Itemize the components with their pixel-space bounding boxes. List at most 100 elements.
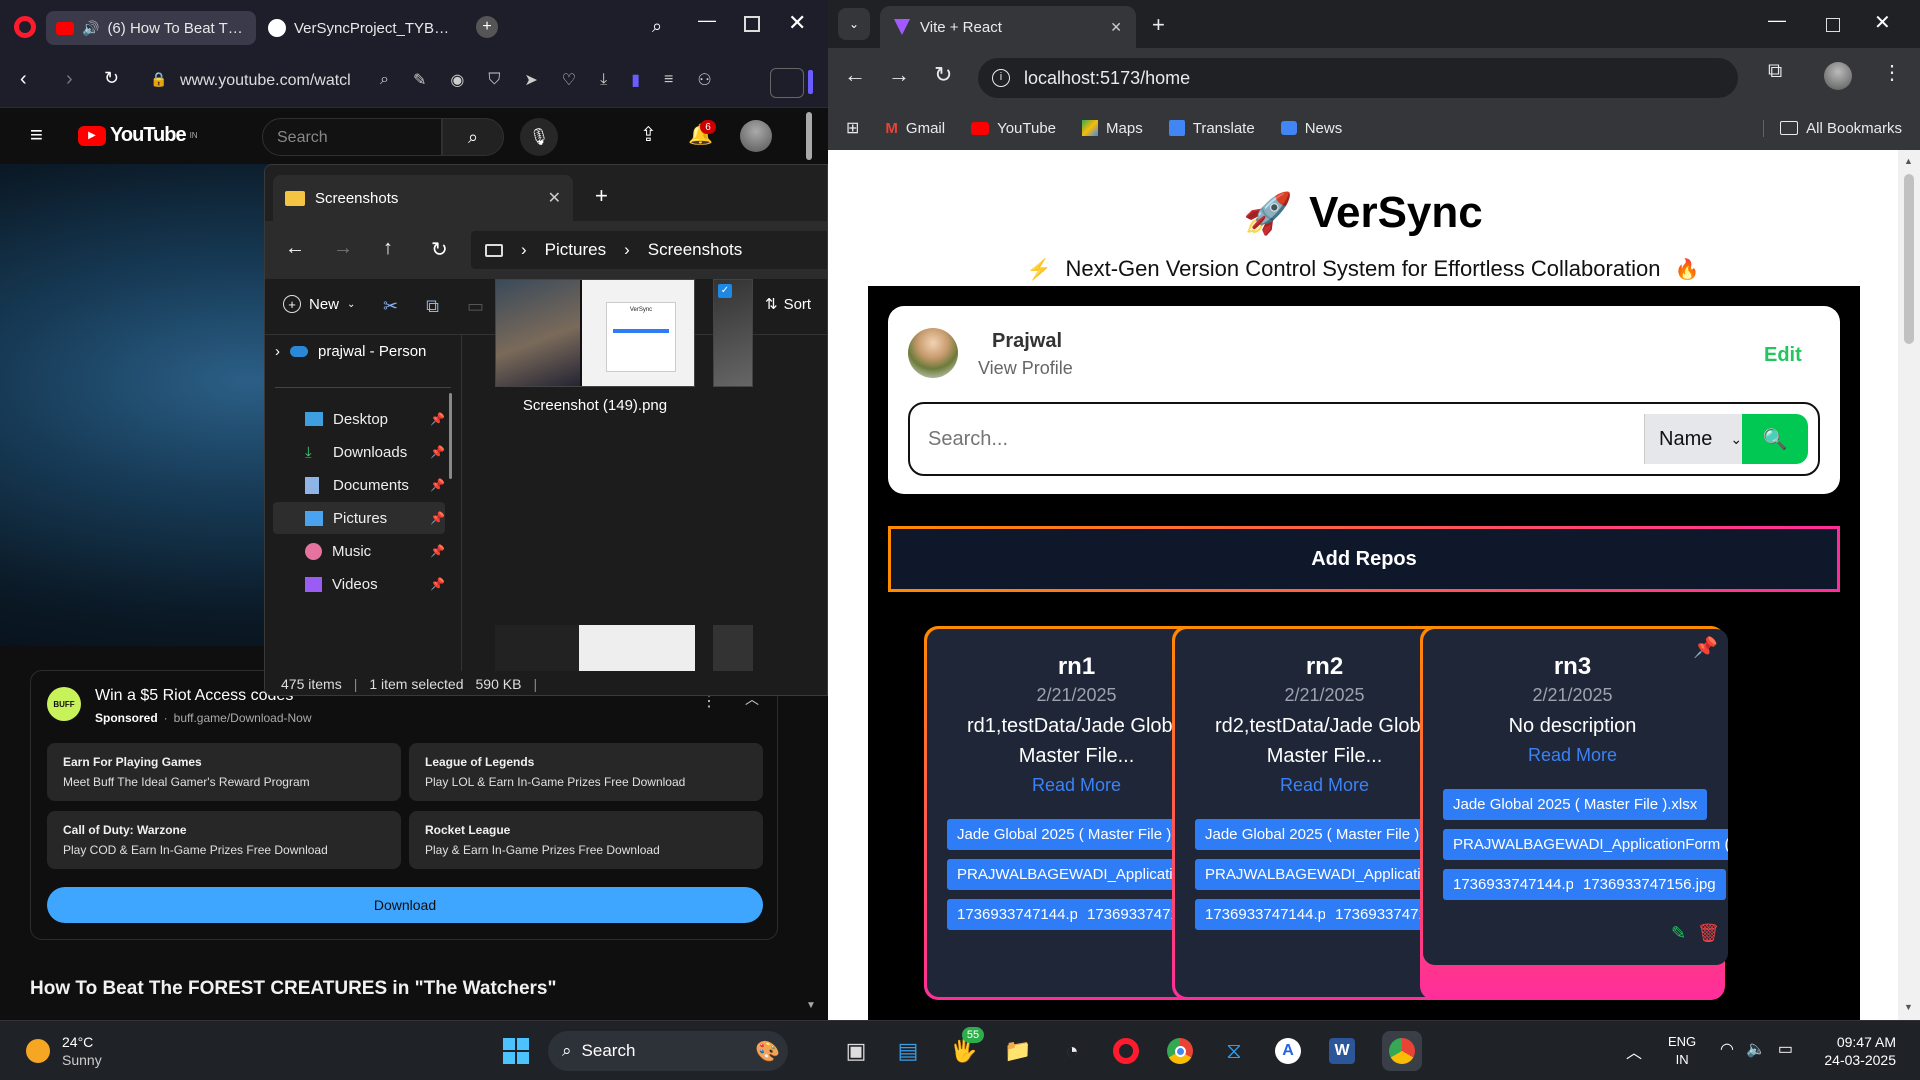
start-button[interactable] [496,1031,536,1071]
up-icon[interactable]: ↑ [383,237,393,260]
paste-icon[interactable]: ▭ [467,296,484,317]
language-indicator[interactable]: ENG IN [1668,1033,1696,1069]
avatar[interactable] [908,328,958,378]
cut-icon[interactable]: ✂ [383,296,398,317]
profile-avatar[interactable] [1824,62,1852,90]
file-thumbnail-row2[interactable] [495,625,695,671]
bookmark-gmail[interactable]: M Gmail [885,120,945,137]
filter-select[interactable]: Name ⌄ [1644,414,1742,464]
file-explorer-icon[interactable]: 📁 [998,1031,1038,1071]
file-name[interactable]: Screenshot (149).png [497,397,693,414]
back-icon[interactable]: ← [285,237,305,260]
page-scrollbar[interactable]: ▲ ▼ [1898,150,1920,1020]
reload-icon[interactable]: ↻ [934,62,952,88]
scroll-up-icon[interactable]: ▲ [1904,156,1913,166]
close-tab-icon[interactable]: ✕ [1110,19,1122,36]
edit-button[interactable]: Edit [1764,344,1802,367]
avatar[interactable] [740,120,772,152]
read-more-link[interactable]: Read More [1423,745,1722,766]
profile-icon[interactable]: ⚇ [697,70,711,90]
sidebar-item-videos[interactable]: Videos 📌 [273,568,445,600]
close-button[interactable]: ✕ [1874,10,1891,35]
download-icon[interactable]: ⤓ [600,71,607,89]
sidebar-item-onedrive[interactable]: › prajwal - Person [275,343,426,360]
tab-search-button[interactable]: ⌄ [838,8,870,40]
file-thumbnail-row2b[interactable] [713,625,753,671]
file-tag[interactable]: Jade Global 2025 ( Master File ).xlsx [1443,789,1708,820]
app-store-icon[interactable]: A [1268,1031,1308,1071]
ad-tile[interactable]: Call of Duty: Warzone Play COD & Earn In-… [47,811,401,869]
omnibox[interactable]: i localhost:5173/home [978,58,1738,98]
camera-icon[interactable]: ◉ [450,70,464,90]
taskbar-search[interactable]: ⌕ Search 🎨 [548,1031,788,1071]
new-button[interactable]: + New ⌄ [283,295,355,313]
cube-icon[interactable] [770,68,804,98]
pin-icon[interactable]: 📌 [430,412,445,426]
pin-icon[interactable]: 📌 [430,544,445,558]
sidebar-item-music[interactable]: Music 📌 [273,535,445,567]
youtube-logo[interactable]: ▶ YouTube IN [78,124,198,147]
task-view-icon[interactable]: ▣ [836,1031,876,1071]
sidebar-item-desktop[interactable]: Desktop 📌 [273,403,445,435]
ad-tile[interactable]: Earn For Playing Games Meet Buff The Idea… [47,743,401,801]
scrollbar-thumb[interactable] [1904,174,1914,344]
apps-icon[interactable]: ⊞ [846,118,859,138]
breadcrumb-screenshots[interactable]: Screenshots [648,240,743,260]
refresh-icon[interactable]: ↻ [431,237,448,262]
lens-icon[interactable]: ⌕ [380,71,389,89]
repo-card[interactable]: 📌 rn3 2/21/2025 No description Read More… [1423,629,1728,965]
mic-icon[interactable]: 🎙 [520,118,558,156]
bookmark-maps[interactable]: Maps [1082,120,1143,137]
back-icon[interactable]: ‹ [20,68,27,91]
sidebar-scrollbar[interactable] [449,393,452,479]
scrollbar-thumb[interactable] [806,112,812,160]
notepad-icon[interactable]: ▤ [888,1031,928,1071]
minimize-button[interactable]: — [1768,10,1786,31]
send-icon[interactable]: ➤ [524,70,537,90]
all-bookmarks[interactable]: All Bookmarks [1763,119,1902,137]
new-tab-button[interactable]: + [595,183,608,209]
copy-icon[interactable]: ⧉ [426,296,439,317]
minimize-button[interactable]: — [698,10,716,31]
sidebar-item-pictures[interactable]: Pictures 📌 [273,502,445,534]
trash-icon[interactable]: 🗑 [1697,923,1720,944]
tab-vite-react[interactable]: Vite + React ✕ [880,6,1136,48]
opera-logo-icon[interactable] [14,16,36,38]
menu-icon[interactable]: ⋮ [1882,60,1902,85]
monitor-icon[interactable] [485,243,503,257]
bookmark-news[interactable]: News [1280,120,1342,137]
file-thumbnail[interactable]: VerSync [495,279,695,387]
yt-search-button[interactable]: ⌕ [442,118,504,156]
extensions-icon[interactable]: ⧉ [1768,60,1782,83]
scroll-down-icon[interactable]: ▼ [806,1000,816,1011]
url-field[interactable]: www.youtube.com/watcl [180,72,351,90]
new-tab-button[interactable]: + [476,16,498,38]
chrome-icon[interactable] [1160,1031,1200,1071]
vscode-icon[interactable]: ⧖ [1214,1031,1254,1071]
upload-icon[interactable]: ⇪ [640,122,657,147]
sort-button[interactable]: ⇅ Sort [765,295,811,314]
edit-icon[interactable]: ✎ [1671,923,1686,944]
sidebar-item-downloads[interactable]: ⤓ Downloads 📌 [273,436,445,468]
maximize-button[interactable] [1826,18,1840,32]
heart-icon[interactable]: ♡ [562,70,576,90]
breadcrumb-pictures[interactable]: Pictures [545,240,606,260]
back-icon[interactable]: ← [844,62,866,88]
file-thumbnail-partial[interactable]: ✓ [713,279,753,387]
new-tab-button[interactable]: + [1152,12,1165,38]
site-info-icon[interactable]: i [992,69,1010,87]
file-tag[interactable]: 1736933747156.jpg [1573,869,1726,900]
pin-icon[interactable]: 📌 [430,445,445,459]
clock-app-icon[interactable]: ◔ [1052,1031,1092,1071]
ad-tile[interactable]: Rocket League Play & Earn In-Game Prizes … [409,811,763,869]
maximize-button[interactable] [744,16,760,32]
hamburger-icon[interactable]: ≡ [30,122,43,148]
edit-icon[interactable]: ✎ [413,70,426,90]
chevron-up-icon[interactable]: ︿ [1626,1039,1642,1063]
file-tag[interactable]: PRAJWALBAGEWADI_ApplicationForm (3).pdf [1443,829,1728,860]
system-tray[interactable]: ◠ 🔈 ▭ [1720,1039,1793,1059]
close-tab-icon[interactable]: ✕ [548,188,561,208]
forward-icon[interactable]: › [66,68,73,91]
word-icon[interactable]: W [1322,1031,1362,1071]
yt-search-input[interactable]: Search [262,118,442,156]
